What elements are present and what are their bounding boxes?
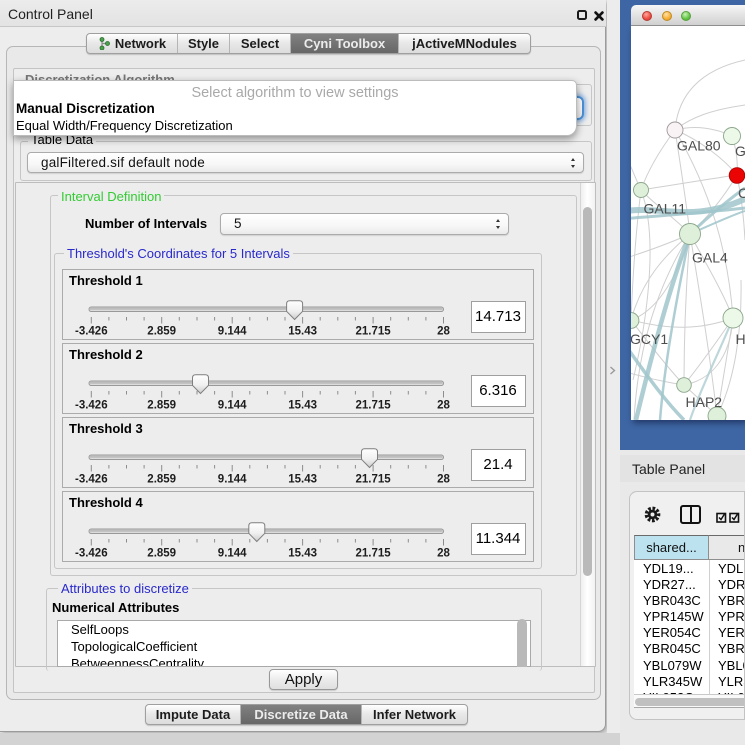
svg-text:28: 28 <box>437 325 450 337</box>
svg-text:21.715: 21.715 <box>356 473 392 485</box>
svg-text:2.859: 2.859 <box>147 325 176 337</box>
svg-text:15.43: 15.43 <box>288 325 317 337</box>
svg-text:28: 28 <box>437 473 450 485</box>
svg-text:-3.426: -3.426 <box>75 399 108 411</box>
svg-text:15.43: 15.43 <box>288 473 317 485</box>
svg-text:2.859: 2.859 <box>147 547 176 559</box>
svg-text:C: C <box>738 185 745 201</box>
svg-text:GAL4: GAL4 <box>692 250 728 266</box>
svg-text:21.715: 21.715 <box>356 399 392 411</box>
svg-text:-3.426: -3.426 <box>75 547 108 559</box>
svg-text:GAL80: GAL80 <box>677 138 721 154</box>
svg-text:21.715: 21.715 <box>356 547 392 559</box>
svg-text:GCY1: GCY1 <box>631 331 668 347</box>
svg-text:9.144: 9.144 <box>218 325 247 337</box>
svg-text:2.859: 2.859 <box>147 473 176 485</box>
svg-text:28: 28 <box>437 399 450 411</box>
svg-text:-3.426: -3.426 <box>75 325 108 337</box>
svg-text:9.144: 9.144 <box>218 547 247 559</box>
svg-text:21.715: 21.715 <box>356 325 392 337</box>
svg-text:15.43: 15.43 <box>288 547 317 559</box>
svg-text:9.144: 9.144 <box>218 399 247 411</box>
svg-text:2.859: 2.859 <box>147 399 176 411</box>
svg-text:GAL11: GAL11 <box>644 201 687 217</box>
svg-text:28: 28 <box>437 547 450 559</box>
svg-text:9.144: 9.144 <box>218 473 247 485</box>
svg-text:HAP2: HAP2 <box>686 394 723 410</box>
svg-text:-3.426: -3.426 <box>75 473 108 485</box>
svg-text:H: H <box>736 331 745 347</box>
svg-text:15.43: 15.43 <box>288 399 317 411</box>
svg-text:GA: GA <box>735 143 745 159</box>
